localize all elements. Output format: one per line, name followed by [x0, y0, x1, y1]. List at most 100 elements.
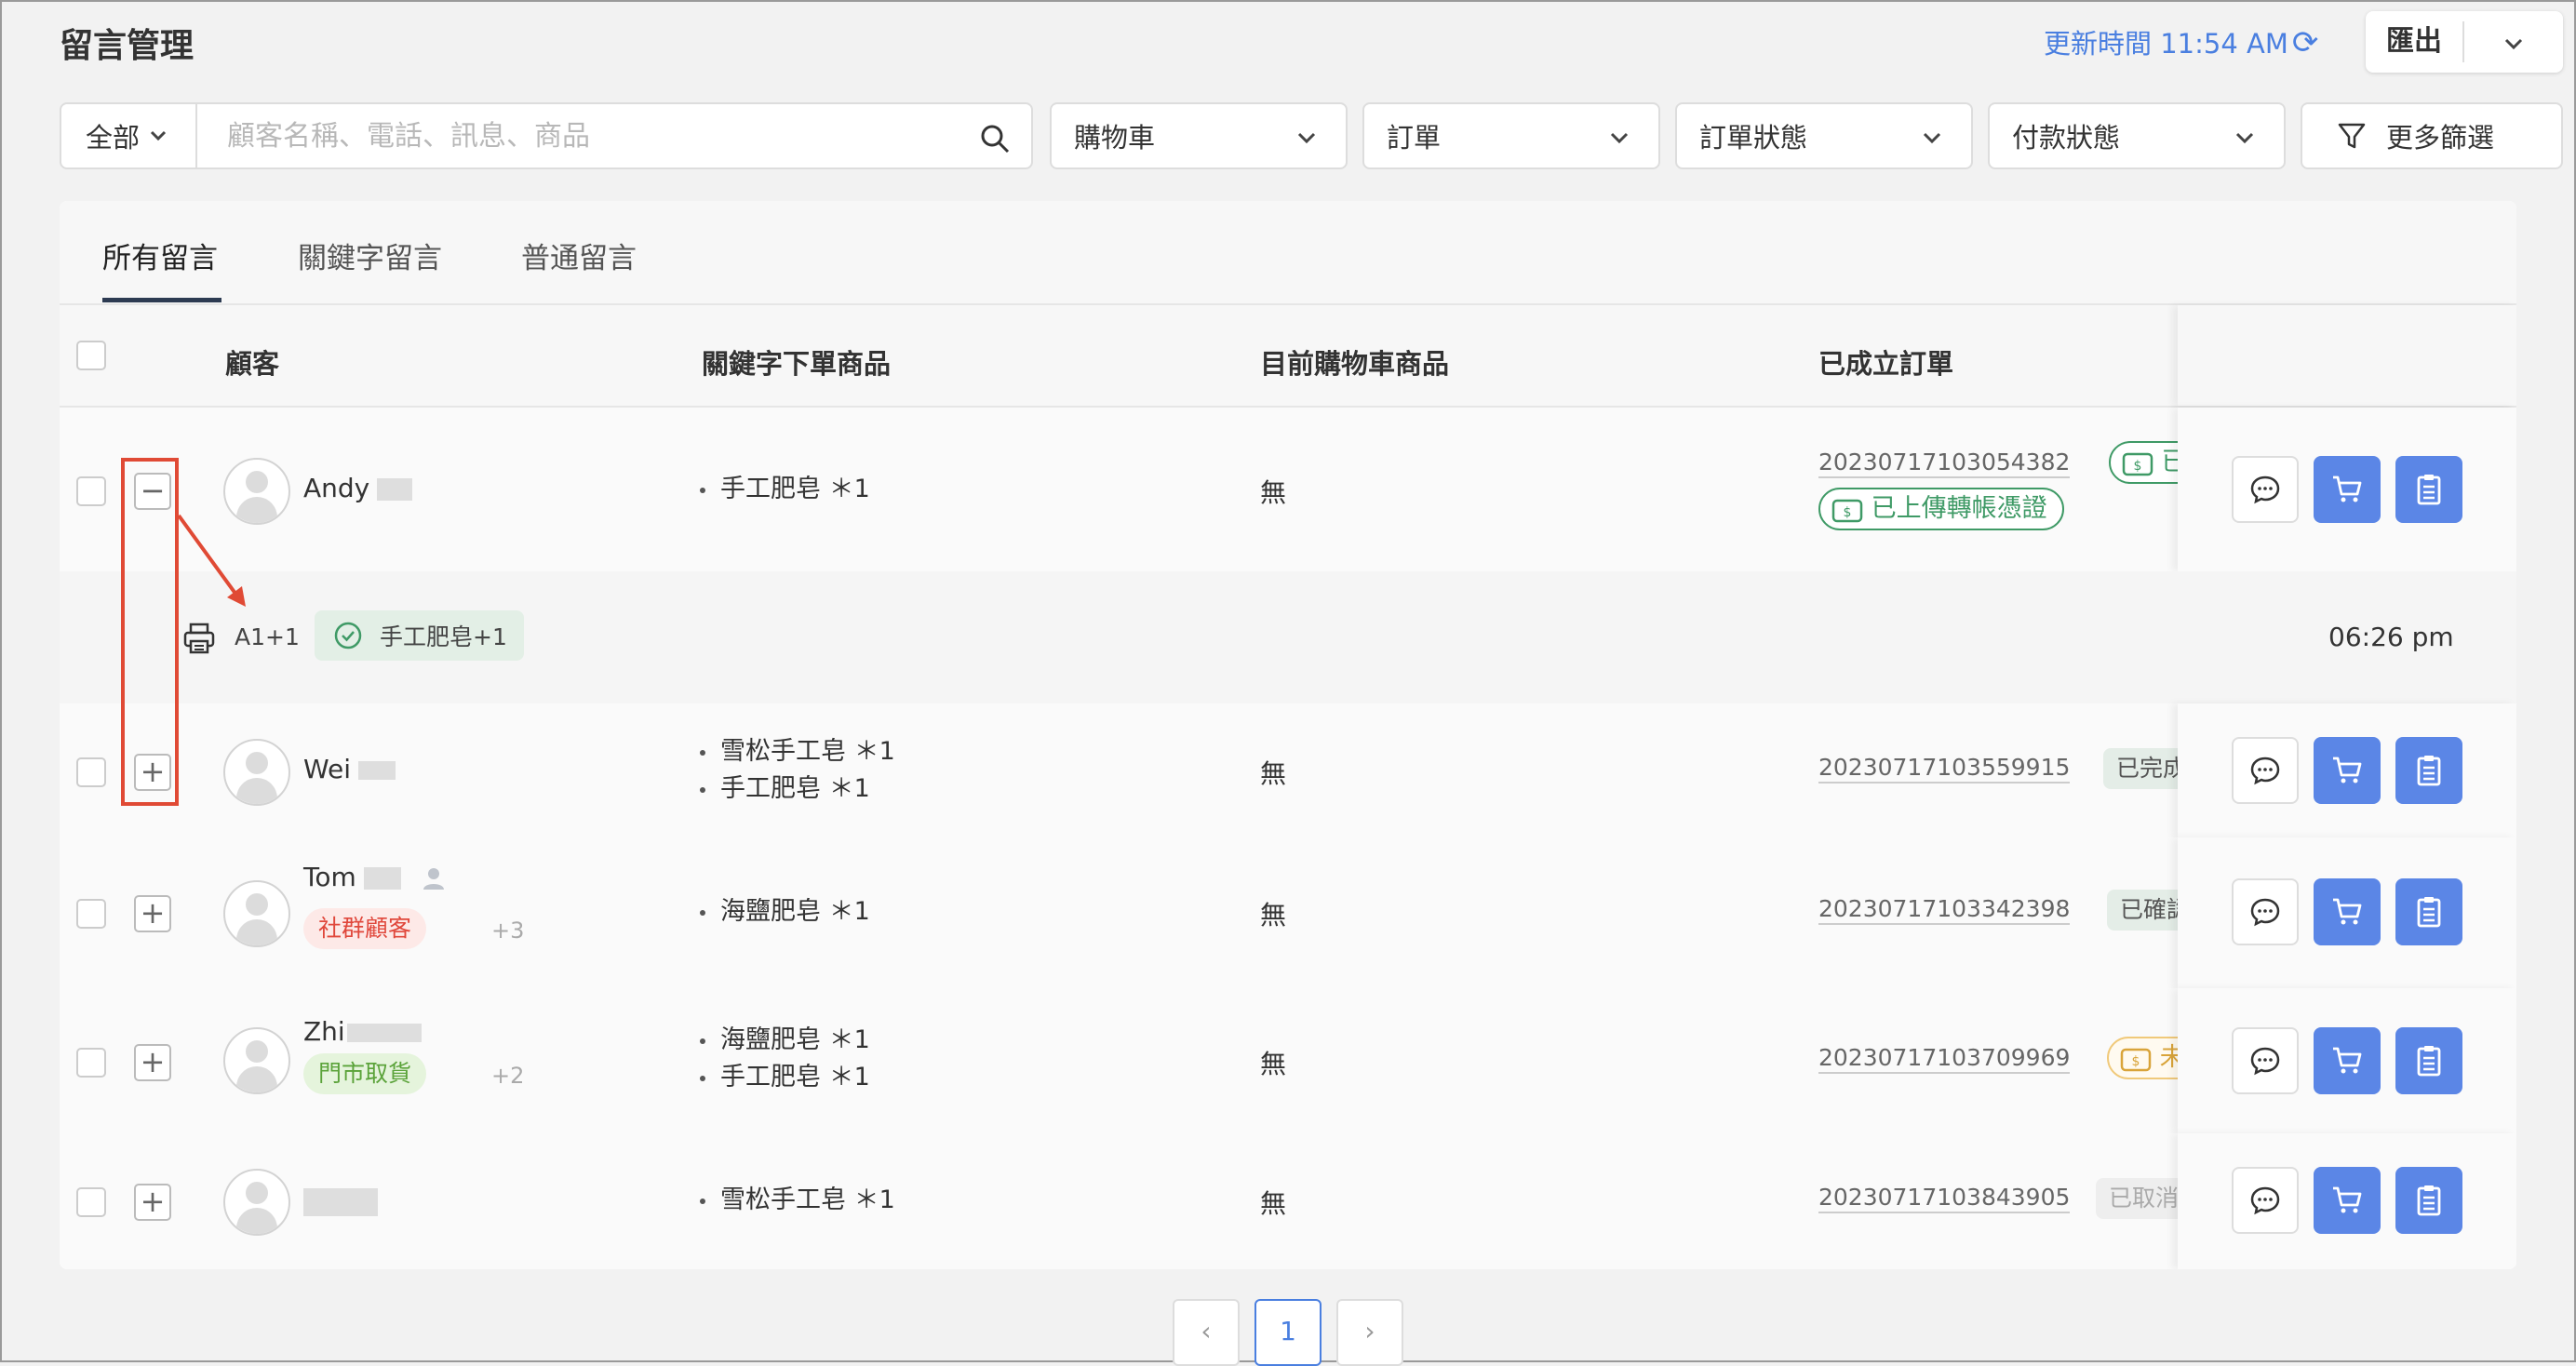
scope-chevron-down-icon	[150, 130, 167, 141]
keyword-item-list: 雪松手工皂 ＊1 手工肥皂 ＊1	[700, 733, 895, 808]
chat-bubble-icon	[2250, 1186, 2280, 1215]
header-orders: 已成立訂單	[1818, 348, 1954, 380]
row-actions	[2178, 837, 2516, 988]
keyword-item: 手工肥皂 ＊1	[700, 1059, 870, 1096]
active-tab-indicator	[102, 298, 221, 302]
row-checkbox[interactable]	[76, 1048, 106, 1078]
redacted-name	[346, 1024, 422, 1042]
chat-bubble-icon	[2250, 1047, 2280, 1076]
keyword-item: 海鹽肥皂 ＊1	[700, 893, 870, 931]
order-button[interactable]	[2395, 737, 2462, 804]
select-all-checkbox[interactable]	[76, 341, 106, 370]
order-status-filter-label: 訂單狀態	[1699, 122, 1808, 154]
tab-normal-comments[interactable]: 普通留言	[521, 234, 637, 276]
row-checkbox[interactable]	[76, 1187, 106, 1217]
chat-bubble-icon	[2250, 475, 2280, 504]
wallet-dollar-icon: $	[1831, 499, 1863, 522]
customer-name-text: Tom	[303, 862, 356, 892]
comment-keyword-text: A1+1	[235, 623, 300, 650]
message-button[interactable]	[2232, 1027, 2299, 1094]
order-number-link[interactable]: 20230717103559915	[1818, 754, 2071, 783]
message-button[interactable]	[2232, 1167, 2299, 1234]
search-input[interactable]	[225, 118, 992, 154]
order-button[interactable]	[2395, 878, 2462, 945]
cart-button[interactable]	[2314, 1027, 2381, 1094]
order-button[interactable]	[2395, 456, 2462, 523]
table-row: + Zhi 門市取貨 +2 海鹽肥皂 ＊1 手工肥皂 ＊1 無 20230717…	[60, 988, 2516, 1135]
cart-button[interactable]	[2314, 737, 2381, 804]
order-number-link[interactable]: 20230717103342398	[1818, 895, 2071, 925]
cart-filter-select[interactable]: 購物車	[1050, 102, 1348, 169]
order-filter-select[interactable]: 訂單	[1362, 102, 1660, 169]
person-icon	[423, 868, 444, 890]
row-checkbox[interactable]	[76, 757, 106, 787]
scope-select[interactable]: 全部	[60, 102, 197, 169]
cart-items-value: 無	[1260, 900, 1287, 931]
cart-button[interactable]	[2314, 878, 2381, 945]
export-dropdown-chevron-icon[interactable]	[2464, 26, 2563, 59]
prev-page-button[interactable]: ‹	[1173, 1299, 1240, 1366]
message-button[interactable]	[2232, 456, 2299, 523]
customer-name[interactable]: Zhi	[303, 1016, 422, 1047]
printer-icon[interactable]	[182, 622, 216, 655]
keyword-item: 手工肥皂 ＊1	[700, 471, 870, 508]
more-filters-button[interactable]: 更多篩選	[2301, 102, 2563, 169]
search-icon[interactable]	[979, 123, 1011, 154]
expand-row-icon[interactable]: +	[134, 1184, 171, 1221]
order-number-link[interactable]: 20230717103054382	[1818, 449, 2071, 478]
expand-row-icon[interactable]: +	[134, 1044, 171, 1081]
row-checkbox[interactable]	[76, 899, 106, 929]
customer-name[interactable]: Andy	[303, 473, 413, 503]
next-page-button[interactable]: ›	[1336, 1299, 1403, 1366]
filter-funnel-icon	[2338, 123, 2366, 149]
order-filter-label: 訂單	[1387, 122, 1442, 154]
bullet	[700, 1198, 705, 1204]
search-box[interactable]	[195, 102, 1033, 169]
avatar	[223, 1169, 290, 1236]
message-button[interactable]	[2232, 878, 2299, 945]
keyword-item: 海鹽肥皂 ＊1	[700, 1022, 870, 1059]
shopping-cart-icon	[2333, 475, 2362, 502]
row-checkbox[interactable]	[76, 476, 106, 506]
order-button[interactable]	[2395, 1027, 2462, 1094]
page-1-button[interactable]: 1	[1254, 1299, 1322, 1366]
more-tags-count[interactable]: +3	[491, 917, 524, 944]
cart-items-value: 無	[1260, 758, 1287, 789]
chat-bubble-icon	[2250, 757, 2280, 785]
tab-all-comments[interactable]: 所有留言	[102, 234, 218, 276]
header-customer: 顧客	[225, 348, 280, 380]
transfer-proof-text: 已上傳轉帳憑證	[1871, 494, 2047, 523]
order-button[interactable]	[2395, 1167, 2462, 1234]
order-number-link[interactable]: 20230717103843905	[1818, 1184, 2071, 1213]
avatar	[223, 1027, 290, 1094]
customer-tag: 社群顧客	[303, 908, 427, 949]
order-status-filter-select[interactable]: 訂單狀態	[1675, 102, 1973, 169]
more-tags-count[interactable]: +2	[491, 1063, 524, 1089]
comments-card: 所有留言 關鍵字留言 普通留言 顧客 關鍵字下單商品 目前購物車商品 已成立訂單…	[60, 201, 2516, 1269]
wallet-dollar-icon: $	[2122, 452, 2153, 475]
customer-name-text: Zhi	[303, 1016, 345, 1047]
customer-name[interactable]: Wei	[303, 754, 396, 784]
customer-name[interactable]: Tom	[303, 862, 445, 892]
export-button[interactable]: 匯出	[2366, 11, 2563, 73]
payment-status-filter-select[interactable]: 付款狀態	[1988, 102, 2286, 169]
expand-row-icon[interactable]: +	[134, 895, 171, 932]
order-number-link[interactable]: 20230717103709969	[1818, 1044, 2071, 1074]
cart-button[interactable]	[2314, 456, 2381, 523]
redacted-name	[363, 867, 401, 890]
keyword-item-list: 海鹽肥皂 ＊1 手工肥皂 ＊1	[700, 1022, 870, 1096]
message-button[interactable]	[2232, 737, 2299, 804]
update-time-label[interactable]: 更新時間 11:54 AM ⟳	[2044, 22, 2318, 61]
cart-button[interactable]	[2314, 1167, 2381, 1234]
refresh-icon[interactable]: ⟳	[2292, 24, 2319, 61]
keyword-item-text: 手工肥皂 ＊1	[720, 475, 870, 503]
shopping-cart-icon	[2333, 1047, 2362, 1074]
row-actions	[2178, 703, 2516, 837]
customer-name[interactable]	[303, 1185, 378, 1216]
comment-time: 06:26 pm	[2328, 622, 2454, 652]
tab-keyword-comments[interactable]: 關鍵字留言	[298, 234, 442, 276]
scope-select-value: 全部	[86, 122, 141, 154]
row-actions	[2178, 988, 2516, 1133]
matched-item-chip: 手工肥皂+1	[315, 610, 524, 661]
order-status-chevron-down-icon	[1923, 132, 1941, 144]
